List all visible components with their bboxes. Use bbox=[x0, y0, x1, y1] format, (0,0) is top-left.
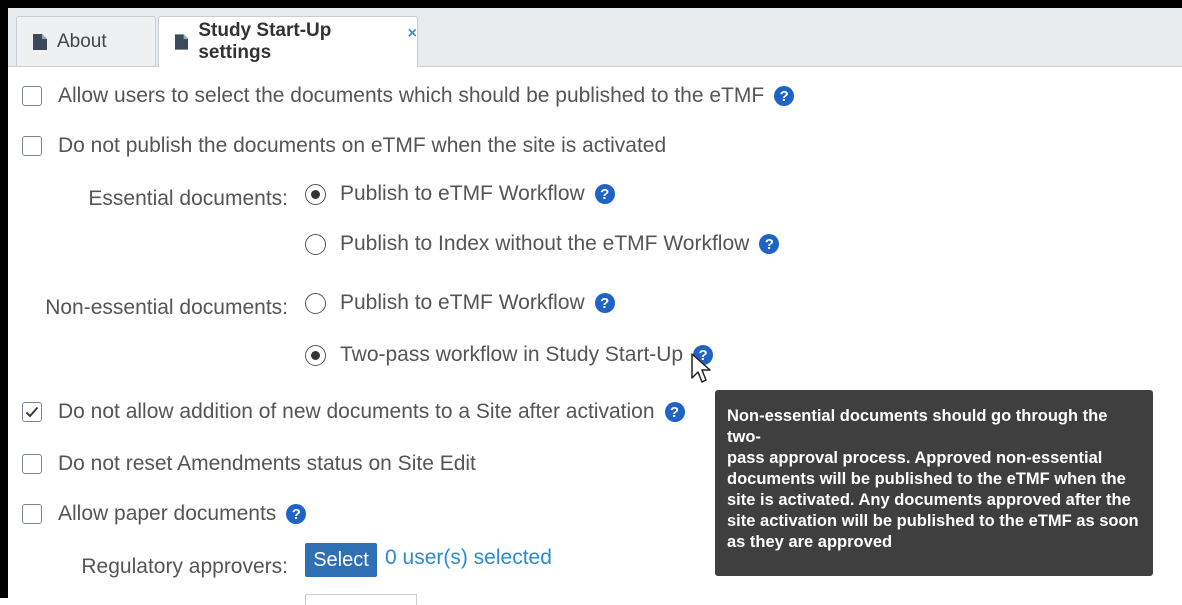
essential-index-without-workflow-label: Publish to Index without the eTMF Workfl… bbox=[340, 232, 750, 255]
essential-option-etmf-workflow[interactable]: Publish to eTMF Workflow ? bbox=[305, 182, 615, 206]
tooltip-line: site is activated. Any documents approve… bbox=[727, 491, 1131, 509]
help-icon[interactable]: ? bbox=[286, 504, 307, 524]
help-icon[interactable]: ? bbox=[774, 86, 795, 106]
help-icon[interactable]: ? bbox=[594, 184, 615, 204]
allow-paper-label: Allow paper documents bbox=[58, 502, 277, 525]
essential-etmf-workflow-radio[interactable] bbox=[305, 183, 326, 205]
tab-study-start-up-settings[interactable]: Study Start-Up settings × bbox=[158, 16, 418, 67]
setting-allow-select-docs: Allow users to select the documents whic… bbox=[22, 84, 795, 108]
help-icon[interactable]: ? bbox=[759, 234, 780, 254]
no-reset-amendments-label: Do not reset Amendments status on Site E… bbox=[58, 452, 476, 475]
selected-users-link[interactable]: 0 user(s) selected bbox=[385, 546, 552, 570]
tab-about-label: About bbox=[57, 30, 107, 52]
essential-documents-label: Essential documents: bbox=[88, 187, 288, 210]
tooltip-line: site activation will be published to the… bbox=[727, 512, 1139, 530]
essential-option-index-without-workflow[interactable]: Publish to Index without the eTMF Workfl… bbox=[305, 232, 780, 256]
no-publish-on-activation-checkbox[interactable] bbox=[22, 136, 42, 156]
regulatory-approvers-label: Regulatory approvers: bbox=[81, 555, 288, 578]
document-icon bbox=[33, 33, 47, 50]
tab-bar: About Study Start-Up settings × bbox=[8, 8, 1182, 67]
screen-frame-left bbox=[0, 0, 8, 598]
non-essential-option-two-pass[interactable]: Two-pass workflow in Study Start-Up ? bbox=[305, 343, 714, 367]
allow-select-docs-checkbox[interactable] bbox=[22, 86, 42, 106]
setting-no-addition-after-activation: Do not allow addition of new documents t… bbox=[22, 400, 685, 424]
setting-no-publish-on-activation: Do not publish the documents on eTMF whe… bbox=[22, 134, 666, 158]
setting-allow-paper: Allow paper documents ? bbox=[22, 502, 307, 526]
essential-index-without-workflow-radio[interactable] bbox=[305, 233, 326, 255]
setting-no-reset-amendments: Do not reset Amendments status on Site E… bbox=[22, 452, 476, 476]
screen-frame-top bbox=[0, 0, 1182, 8]
document-icon bbox=[175, 34, 189, 50]
non-essential-option-etmf-workflow[interactable]: Publish to eTMF Workflow ? bbox=[305, 291, 615, 315]
essential-etmf-workflow-label: Publish to eTMF Workflow bbox=[340, 182, 585, 205]
close-tab-icon[interactable]: × bbox=[408, 25, 417, 43]
tab-study-start-up-label: Study Start-Up settings bbox=[198, 20, 332, 63]
no-reset-amendments-checkbox[interactable] bbox=[22, 454, 42, 474]
tooltip-line: documents will be published to the eTMF … bbox=[727, 470, 1126, 488]
help-icon[interactable]: ? bbox=[664, 402, 685, 422]
tooltip-line: as they are approved bbox=[727, 533, 893, 551]
no-addition-after-activation-label: Do not allow addition of new documents t… bbox=[58, 400, 655, 423]
tab-about[interactable]: About bbox=[16, 16, 156, 66]
non-essential-two-pass-label: Two-pass workflow in Study Start-Up bbox=[340, 343, 684, 366]
mouse-pointer-icon bbox=[691, 353, 711, 383]
non-essential-two-pass-radio[interactable] bbox=[305, 344, 326, 366]
allow-select-docs-label: Allow users to select the documents whic… bbox=[58, 84, 765, 107]
allow-paper-checkbox[interactable] bbox=[22, 504, 42, 524]
no-addition-after-activation-checkbox[interactable] bbox=[22, 402, 42, 422]
non-essential-etmf-workflow-label: Publish to eTMF Workflow bbox=[340, 291, 585, 314]
help-tooltip: Non-essential documents should go throug… bbox=[715, 390, 1153, 576]
checkmark-icon bbox=[25, 406, 39, 418]
partial-input-field[interactable] bbox=[305, 594, 417, 605]
no-publish-on-activation-label: Do not publish the documents on eTMF whe… bbox=[58, 134, 667, 157]
non-essential-etmf-workflow-radio[interactable] bbox=[305, 292, 326, 314]
help-icon[interactable]: ? bbox=[594, 293, 615, 313]
tooltip-line: pass approval process. Approved non-esse… bbox=[727, 449, 1103, 467]
select-approvers-button[interactable]: Select bbox=[305, 543, 377, 577]
tooltip-line: Non-essential documents should go throug… bbox=[727, 407, 1108, 446]
non-essential-documents-label: Non-essential documents: bbox=[45, 296, 288, 319]
